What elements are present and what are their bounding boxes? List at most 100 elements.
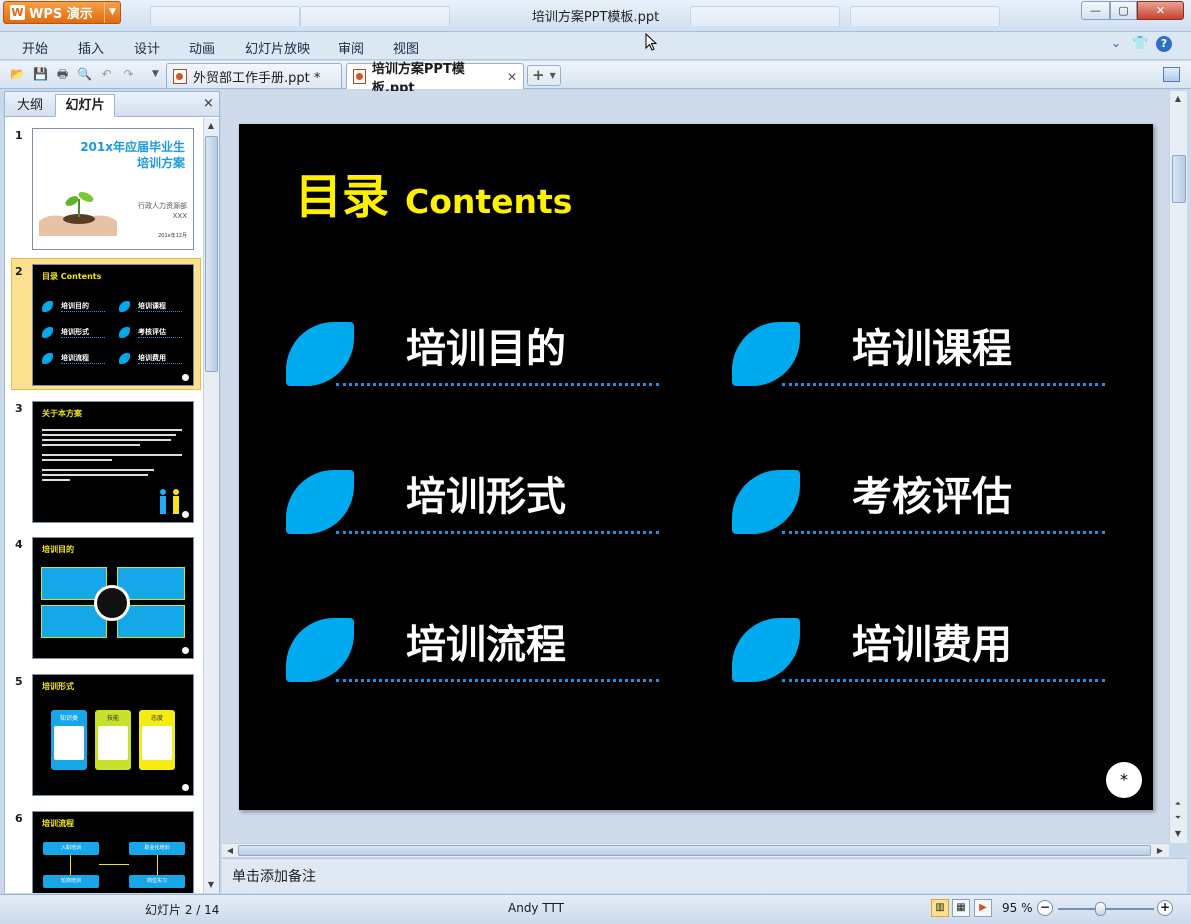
dotted-underline bbox=[336, 383, 659, 386]
thumb-card: 知识类 bbox=[51, 710, 87, 770]
flow-connector bbox=[157, 855, 158, 875]
contents-item-process[interactable]: 培训流程 bbox=[286, 618, 659, 682]
scroll-up-icon[interactable]: ▲ bbox=[1171, 92, 1185, 106]
thumbnail-scrollbar[interactable]: ▲ ▼ bbox=[203, 118, 219, 893]
slide-thumbnail-5[interactable]: 5 培训形式 知识类 技能 态度 bbox=[11, 668, 201, 800]
tab-slides[interactable]: 幻灯片 bbox=[55, 94, 115, 117]
background-window-tab bbox=[850, 6, 1000, 26]
slide-thumbnail-6[interactable]: 6 培训流程 入职培训 职业化培训 轮岗培训 岗位实习 bbox=[11, 805, 201, 893]
previous-slide-icon[interactable]: ⏶ bbox=[1171, 797, 1185, 811]
menu-design[interactable]: 设计 bbox=[134, 38, 160, 57]
slide-number: 3 bbox=[15, 402, 23, 415]
editor-horizontal-scrollbar[interactable]: ◀ ▶ bbox=[222, 843, 1169, 857]
zoom-out-button[interactable]: − bbox=[1037, 900, 1053, 916]
shirt-skin-icon[interactable]: 👕 bbox=[1132, 36, 1148, 52]
doc-tab-label: 外贸部工作手册.ppt * bbox=[193, 70, 321, 86]
close-tab-icon[interactable]: ✕ bbox=[507, 70, 517, 84]
scroll-up-icon[interactable]: ▲ bbox=[204, 119, 218, 133]
close-window-button[interactable]: ✕ bbox=[1137, 1, 1184, 20]
chevron-down-icon[interactable]: ▼ bbox=[104, 2, 120, 23]
badge-icon bbox=[182, 784, 189, 791]
contents-item-label: 培训课程 bbox=[852, 326, 1012, 372]
contents-item-label: 培训目的 bbox=[406, 326, 566, 372]
save-icon[interactable]: 💾 bbox=[32, 66, 49, 83]
menu-right-controls: ⌄ 👕 ? bbox=[1108, 36, 1172, 52]
menu-home[interactable]: 开始 bbox=[22, 38, 48, 57]
contents-item-label: 考核评估 bbox=[852, 474, 1012, 520]
scroll-thumb[interactable] bbox=[205, 136, 218, 372]
window-layout-icon[interactable] bbox=[1163, 67, 1180, 82]
slides-pane: 大纲 幻灯片 × 1 201x年应届毕业生 培训方案 行政人力资源部 XXX 2… bbox=[4, 91, 220, 893]
notes-placeholder[interactable]: 单击添加备注 bbox=[232, 866, 316, 886]
tab-outline[interactable]: 大纲 bbox=[9, 94, 51, 117]
slideshow-icon[interactable]: ▶ bbox=[974, 899, 992, 917]
wps-app-menu-button[interactable]: W WPS 演示 ▼ bbox=[3, 1, 121, 24]
app-name: WPS 演示 bbox=[29, 7, 93, 22]
ppt-file-icon bbox=[173, 68, 187, 84]
menu-slideshow[interactable]: 幻灯片放映 bbox=[245, 38, 310, 57]
contents-item-cost[interactable]: 培训费用 bbox=[732, 618, 1105, 682]
menu-animation[interactable]: 动画 bbox=[189, 38, 215, 57]
zoom-in-button[interactable]: + bbox=[1157, 900, 1173, 916]
open-folder-icon[interactable]: 📂 bbox=[9, 66, 26, 83]
thumb-title: 培训流程 bbox=[42, 819, 74, 828]
redo-icon[interactable]: ↷ bbox=[120, 66, 137, 83]
slide-number: 5 bbox=[15, 675, 23, 688]
menu-view[interactable]: 视图 bbox=[393, 38, 419, 57]
minimize-button[interactable]: — bbox=[1081, 1, 1110, 20]
new-tab-button[interactable]: + ▼ bbox=[527, 65, 561, 86]
slide-title[interactable]: 目录 Contents bbox=[295, 158, 572, 227]
notes-pane[interactable]: 单击添加备注 bbox=[222, 858, 1187, 893]
thumb-item: 考核评估 bbox=[119, 326, 182, 338]
slide-thumbnail-3[interactable]: 3 关于本方案 bbox=[11, 395, 201, 527]
people-avatar-icon bbox=[94, 585, 130, 621]
help-icon[interactable]: ? bbox=[1156, 36, 1172, 52]
contents-item-purpose[interactable]: 培训目的 bbox=[286, 322, 659, 386]
scroll-right-icon[interactable]: ▶ bbox=[1153, 844, 1167, 858]
slide-number: 1 bbox=[15, 129, 23, 142]
scroll-down-icon[interactable]: ▼ bbox=[1171, 827, 1185, 841]
current-slide[interactable]: 目录 Contents 培训目的 培训课程 培训形式 考核评估 培训流程 培训费… bbox=[239, 124, 1153, 810]
normal-view-icon[interactable]: ▥ bbox=[931, 899, 949, 917]
zoom-level[interactable]: 95 % bbox=[1002, 901, 1033, 915]
maximize-button[interactable]: ▢ bbox=[1110, 1, 1137, 20]
close-pane-icon[interactable]: × bbox=[203, 96, 214, 111]
contents-item-courses[interactable]: 培训课程 bbox=[732, 322, 1105, 386]
mouse-cursor-icon bbox=[645, 32, 658, 54]
customize-toolbar-icon[interactable]: ▼ bbox=[147, 66, 164, 83]
zoom-slider-handle[interactable] bbox=[1095, 902, 1106, 916]
people-icon bbox=[155, 486, 185, 516]
chevron-down-icon[interactable]: ⌄ bbox=[1108, 36, 1124, 52]
leaf-icon bbox=[732, 322, 800, 386]
author-name: Andy TTT bbox=[508, 901, 564, 915]
contents-item-assessment[interactable]: 考核评估 bbox=[732, 470, 1105, 534]
doc-tab-foreign-trade[interactable]: 外贸部工作手册.ppt * bbox=[166, 63, 342, 88]
next-slide-icon[interactable]: ⏷ bbox=[1171, 811, 1185, 825]
menu-review[interactable]: 审阅 bbox=[338, 38, 364, 57]
contents-item-format[interactable]: 培训形式 bbox=[286, 470, 659, 534]
slide-thumbnail-1[interactable]: 1 201x年应届毕业生 培训方案 行政人力资源部 XXX 201x年12月 bbox=[11, 122, 201, 254]
slide-thumbnail-4[interactable]: 4 培训目的 bbox=[11, 531, 201, 663]
print-preview-icon[interactable]: 🔍 bbox=[76, 66, 93, 83]
flow-box: 职业化培训 bbox=[129, 842, 185, 855]
scroll-thumb[interactable] bbox=[238, 845, 1151, 856]
slide-thumbnail-2[interactable]: 2 目录 Contents 培训目的 培训课程 培训形式 考核评估 培训流程 培… bbox=[11, 258, 201, 390]
scroll-left-icon[interactable]: ◀ bbox=[223, 844, 237, 858]
zoom-slider-track[interactable] bbox=[1058, 908, 1154, 910]
scroll-thumb[interactable] bbox=[1172, 155, 1186, 203]
thumb-title: 关于本方案 bbox=[42, 409, 82, 418]
slide-sorter-icon[interactable]: ▦ bbox=[952, 899, 970, 917]
editor-vertical-scrollbar[interactable]: ▲ ⏶ ⏷ ▼ bbox=[1169, 91, 1187, 843]
doc-tab-training-plan[interactable]: 培训方案PPT模板.ppt ✕ bbox=[346, 62, 524, 96]
scroll-down-icon[interactable]: ▼ bbox=[204, 878, 218, 892]
leaf-icon bbox=[286, 618, 354, 682]
badge-icon bbox=[182, 511, 189, 518]
menu-insert[interactable]: 插入 bbox=[78, 38, 104, 57]
flow-box: 轮岗培训 bbox=[43, 875, 99, 888]
thumb-title: 培训目的 bbox=[42, 545, 74, 554]
undo-icon[interactable]: ↶ bbox=[98, 66, 115, 83]
slide-editor[interactable]: 目录 Contents 培训目的 培训课程 培训形式 考核评估 培训流程 培训费… bbox=[222, 91, 1169, 843]
print-icon[interactable]: 🖶 bbox=[54, 66, 71, 83]
thumbnail-image: 培训目的 bbox=[32, 537, 194, 659]
chevron-down-icon[interactable]: ▼ bbox=[550, 71, 556, 80]
